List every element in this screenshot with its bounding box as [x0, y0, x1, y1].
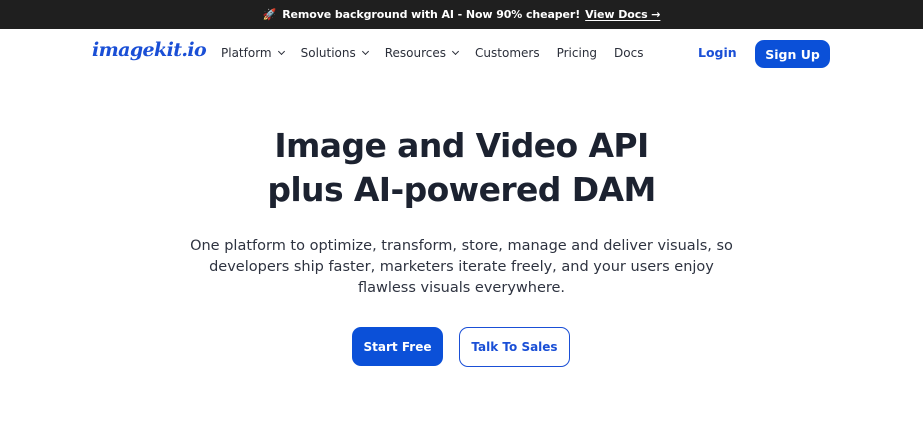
nav-item-resources[interactable]: Resources [384, 46, 460, 60]
nav-item-label: Resources [384, 46, 447, 60]
view-docs-link[interactable]: View Docs → [585, 8, 660, 21]
chevron-down-icon [361, 47, 369, 56]
announcement-bar: 🚀 Remove background with AI - Now 90% ch… [0, 0, 923, 29]
hero-title-line-2: plus AI-powered DAM [267, 170, 656, 209]
sign-up-button[interactable]: Sign Up [755, 40, 830, 68]
nav-item-label: Customers [475, 46, 540, 60]
announcement-text: Remove background with AI - Now 90% chea… [282, 8, 581, 21]
nav-item-label: Pricing [556, 46, 598, 60]
chevron-down-icon [452, 47, 460, 56]
hero-title: Image and Video API plus AI-powered DAM [0, 124, 923, 212]
chevron-down-icon [277, 47, 285, 56]
nav-item-label: Docs [614, 46, 644, 60]
nav-item-solutions[interactable]: Solutions [300, 46, 369, 60]
nav-menu: Platform Solutions Resources Customers P… [221, 46, 660, 60]
nav-item-pricing[interactable]: Pricing [557, 46, 597, 60]
hero-subtitle: One platform to optimize, transform, sto… [190, 238, 733, 296]
nav-item-platform[interactable]: Platform [221, 46, 285, 60]
nav-item-customers[interactable]: Customers [475, 46, 540, 60]
talk-to-sales-button[interactable]: Talk To Sales [459, 327, 570, 367]
nav-item-docs[interactable]: Docs [614, 46, 643, 60]
start-free-button[interactable]: Start Free [352, 327, 443, 366]
login-link[interactable]: Login [698, 45, 737, 60]
logo[interactable]: imagekit.io [92, 39, 207, 61]
main-navigation: imagekit.io Platform Solutions Resources… [0, 29, 923, 79]
hero-title-line-1: Image and Video API [274, 126, 649, 165]
nav-item-label: Platform [221, 46, 272, 60]
nav-item-label: Solutions [300, 46, 356, 60]
rocket-icon: 🚀 [262, 8, 277, 21]
